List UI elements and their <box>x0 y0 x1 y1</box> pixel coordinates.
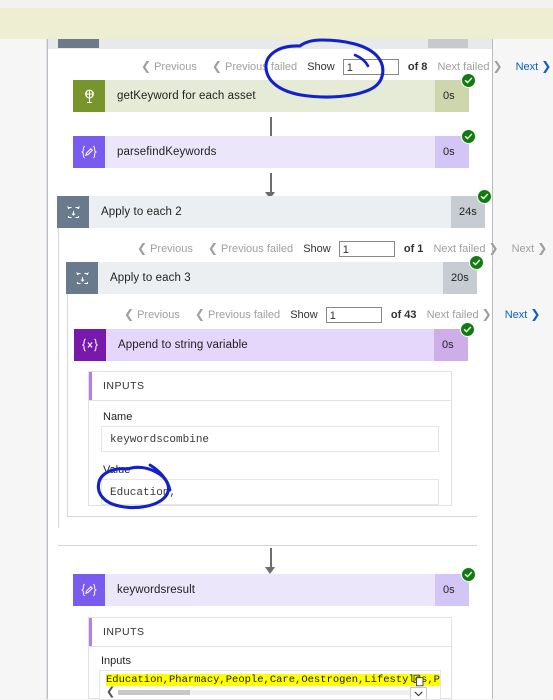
check-circle-icon <box>461 73 476 88</box>
action-card-append-to-string-variable[interactable]: Append to string variable 0s <box>74 322 475 361</box>
name-field-label: Name <box>103 411 133 423</box>
pager-of-label: of 43 <box>390 308 417 321</box>
loop-guide-line-3 <box>67 294 68 516</box>
action-card-header[interactable]: Apply to each 2 24s <box>57 189 492 228</box>
pager-previous-failed-button[interactable]: ❮ Previous failed <box>205 239 293 258</box>
action-title: Apply to each 3 <box>110 272 191 284</box>
connector-arrow-3 <box>265 548 277 574</box>
pager-apply-to-each-3[interactable]: ❮ Previous ❮ Previous failed Show 1 of 43 … <box>121 305 543 323</box>
pager-page-input[interactable]: 1 <box>342 58 399 75</box>
name-field-value[interactable]: keywordscombine <box>101 426 439 452</box>
loop-2-bottom-divider <box>58 545 477 546</box>
inputs-field-label: Inputs <box>101 655 131 667</box>
pager-show-label: Show <box>303 242 331 255</box>
pager-of-label: of 1 <box>403 242 424 255</box>
value-field-value[interactable]: Education, <box>101 479 439 505</box>
pager-top[interactable]: ❮ Previous ❮ Previous failed Show 1 of 8 N… <box>138 57 553 75</box>
window-top-strip <box>0 0 553 8</box>
braces-x-icon <box>74 329 106 361</box>
pager-show-label: Show <box>307 60 335 73</box>
horizontal-scrollbar[interactable]: ❮ ❯ <box>106 685 426 698</box>
loop-guide-line-2 <box>58 228 59 528</box>
pager-previous-button[interactable]: ❮ Previous <box>121 305 180 324</box>
right-gutter <box>494 39 553 699</box>
pager-previous-failed-button[interactable]: ❮ Previous failed <box>192 305 280 324</box>
pager-next-failed-button[interactable]: Next failed ❯ <box>427 305 495 324</box>
pager-page-input[interactable]: 1 <box>325 306 382 323</box>
append-inputs-detail-panel: INPUTS Name keywordscombine Value Educat… <box>88 371 452 506</box>
action-card-keywordsresult[interactable]: keywordsresult 0s <box>73 567 476 606</box>
pager-next-failed-button[interactable]: Next failed ❯ <box>433 239 501 258</box>
loop-icon <box>66 262 98 294</box>
check-circle-icon <box>460 322 475 337</box>
pager-previous-failed-button[interactable]: ❮ Previous failed <box>209 57 297 76</box>
check-circle-icon <box>469 255 484 270</box>
pager-previous-button[interactable]: ❮ Previous <box>138 57 197 76</box>
pager-previous-button[interactable]: ❮ Previous <box>134 239 193 258</box>
panel-top-shade <box>48 39 492 49</box>
loop-icon <box>57 196 89 228</box>
inputs-section-body: Inputs Education,Pharmacy,People,Care,Oe… <box>89 647 451 700</box>
inputs-code-value: Education,Pharmacy,People,Care,Oestrogen… <box>106 674 440 686</box>
truncated-card-stub-dark <box>58 39 99 48</box>
action-title: Append to string variable <box>118 339 248 351</box>
globe-icon <box>73 80 105 112</box>
action-title: Apply to each 2 <box>101 206 182 218</box>
action-card-parsefindkeywords[interactable]: parsefindKeywords 0s <box>73 129 476 168</box>
action-card-apply-to-each-2[interactable]: Apply to each 2 24s <box>57 189 492 228</box>
value-field-label: Value <box>103 464 131 476</box>
chevron-down-icon[interactable] <box>410 687 427 699</box>
action-card-apply-to-each-3[interactable]: Apply to each 3 20s <box>66 255 484 294</box>
check-circle-icon <box>477 189 492 204</box>
left-gutter <box>0 39 47 699</box>
action-card-header[interactable]: parsefindKeywords 0s <box>73 129 476 168</box>
scroll-left-chevron-icon[interactable]: ❮ <box>106 685 115 698</box>
pager-next-button[interactable]: Next ❯ <box>512 239 551 258</box>
truncated-card-stub-grey <box>428 39 468 48</box>
action-title: keywordsresult <box>117 584 196 596</box>
pager-of-label: of 8 <box>407 60 428 73</box>
action-card-header[interactable]: getKeyword for each asset 0s <box>73 73 476 112</box>
pager-next-button[interactable]: Next ❯ <box>505 305 544 324</box>
result-inputs-detail-panel: INPUTS Inputs Education,Pharmacy,People,… <box>88 617 452 700</box>
braces-pencil-icon <box>73 574 105 606</box>
field-spacer <box>101 452 439 464</box>
check-circle-icon <box>461 129 476 144</box>
inputs-section-body: Name keywordscombine Value Education, <box>89 401 451 513</box>
top-highlight-band <box>0 8 553 39</box>
action-card-header[interactable]: Append to string variable 0s <box>74 322 475 361</box>
inputs-section-header: INPUTS <box>89 372 451 401</box>
action-title: getKeyword for each asset <box>117 90 256 102</box>
action-card-header[interactable]: keywordsresult 0s <box>73 567 476 606</box>
pager-show-label: Show <box>290 308 318 321</box>
braces-pencil-icon <box>73 136 105 168</box>
check-circle-icon <box>461 567 476 582</box>
pager-apply-to-each-2[interactable]: ❮ Previous ❮ Previous failed Show 1 of 1 N… <box>134 239 550 257</box>
pager-page-input[interactable]: 1 <box>338 240 395 257</box>
scrollbar-thumb[interactable] <box>118 690 190 695</box>
inputs-section-header: INPUTS <box>89 618 451 647</box>
action-card-header[interactable]: Apply to each 3 20s <box>66 255 484 294</box>
pager-next-button[interactable]: Next ❯ <box>516 57 553 76</box>
action-card-get-keyword[interactable]: getKeyword for each asset 0s <box>73 73 476 112</box>
inputs-code-box[interactable]: Education,Pharmacy,People,Care,Oestrogen… <box>99 670 441 700</box>
action-title: parsefindKeywords <box>117 146 217 158</box>
loop-3-bottom-divider <box>67 516 477 517</box>
copy-icon[interactable] <box>412 674 426 688</box>
